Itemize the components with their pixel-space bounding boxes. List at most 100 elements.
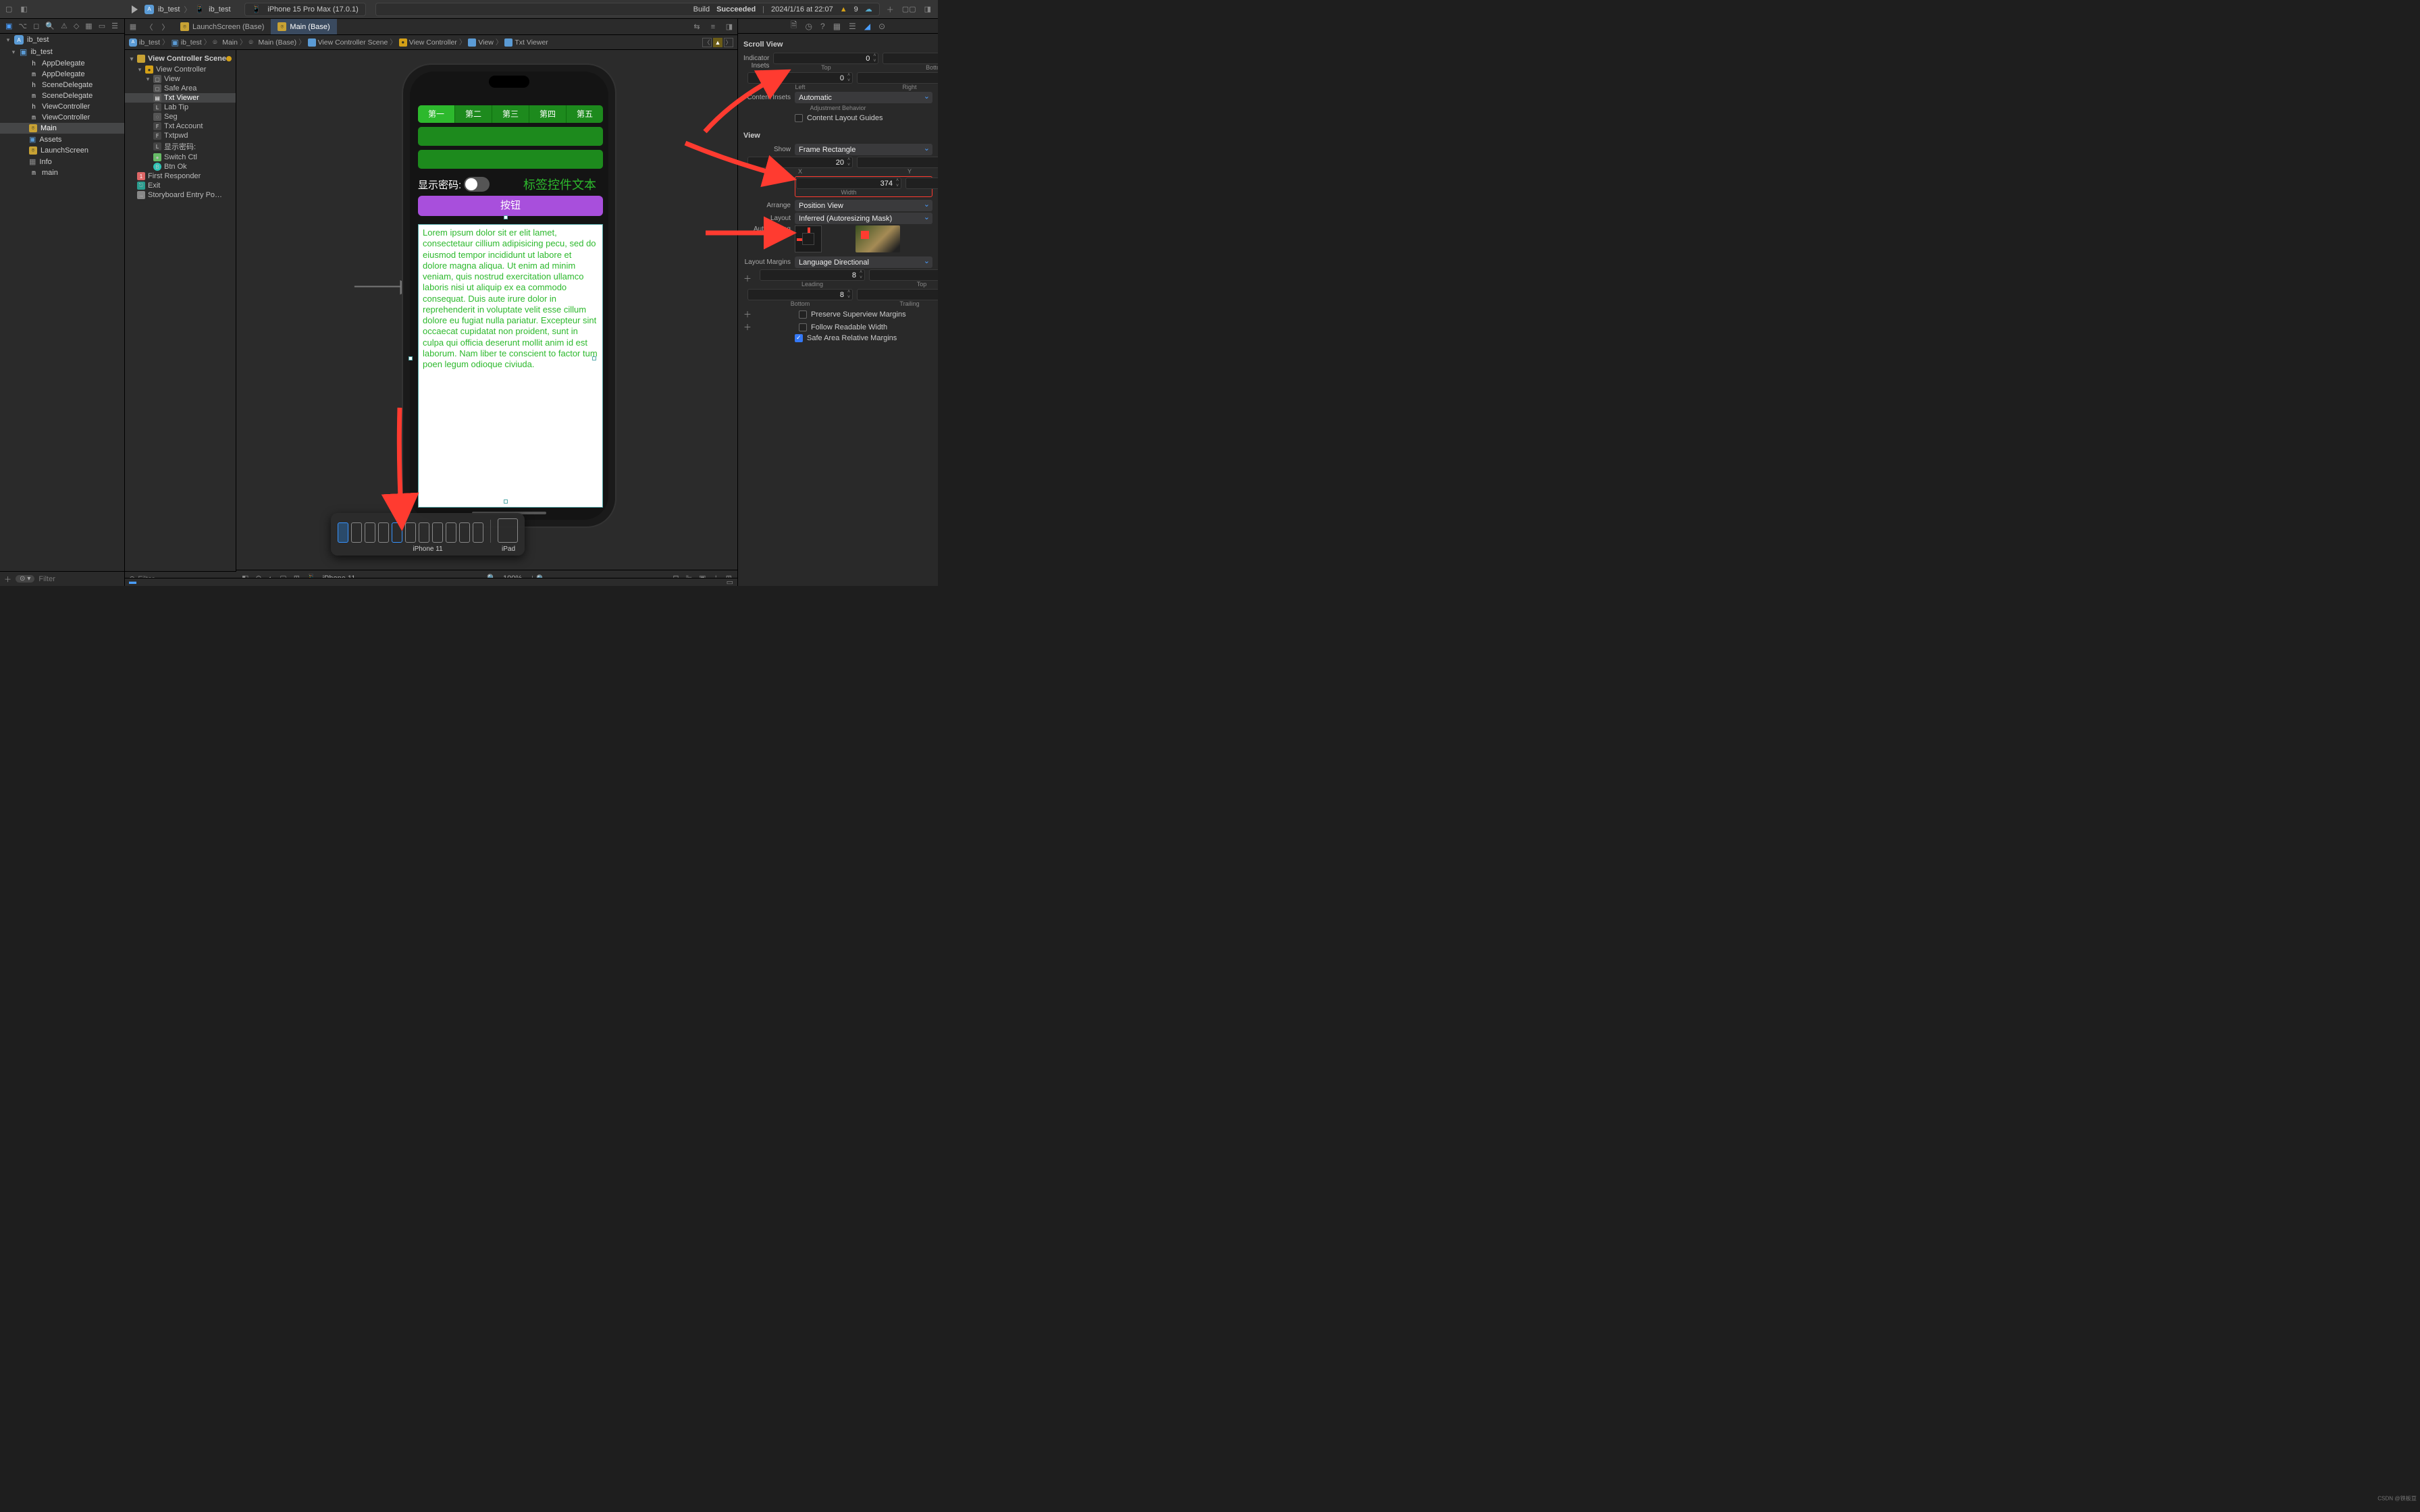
frame-height[interactable]: ˄˅ xyxy=(905,178,938,189)
resize-handle[interactable] xyxy=(504,500,508,504)
outline-switch[interactable]: ●Switch Ctl xyxy=(125,153,236,162)
resize-handle[interactable] xyxy=(592,356,596,360)
navigator-selector[interactable]: ▣ ⌥ ◻ 🔍 ⚠ ◇ ▦ ▭ ☰ xyxy=(0,19,124,34)
device-option[interactable] xyxy=(459,522,470,543)
breakpoint-nav-icon[interactable]: ▭ xyxy=(99,22,105,30)
help-inspector-icon[interactable]: ? xyxy=(820,22,825,31)
device-option[interactable] xyxy=(473,522,483,543)
margin-bottom[interactable]: ˄˅ xyxy=(747,289,853,300)
margin-leading[interactable]: ˄˅ xyxy=(760,269,865,281)
navigator-filter[interactable] xyxy=(38,575,134,583)
sidebar-panel-icon[interactable]: ◧ xyxy=(20,5,27,14)
nav-item[interactable]: hSceneDelegate xyxy=(0,80,124,90)
add-file-icon[interactable]: ＋ xyxy=(4,574,11,585)
account-field[interactable] xyxy=(418,127,603,146)
next-issue-icon[interactable]: 〉 xyxy=(724,38,733,47)
device-option[interactable] xyxy=(351,522,362,543)
txt-viewer[interactable]: Lorem ipsum dolor sit er elit lamet, con… xyxy=(418,224,603,508)
show-password-switch[interactable] xyxy=(464,177,490,192)
device-option[interactable] xyxy=(338,522,348,543)
outline-vc[interactable]: ▾●View Controller xyxy=(125,65,236,74)
outline-txtpwd[interactable]: FTxtpwd xyxy=(125,131,236,140)
warning-count[interactable]: 9 xyxy=(854,5,858,14)
related-items-icon[interactable]: ▦ xyxy=(125,22,141,31)
history-inspector-icon[interactable]: ◷ xyxy=(806,22,812,31)
identity-inspector-icon[interactable]: ▦ xyxy=(833,22,841,31)
nav-item[interactable]: hAppDelegate xyxy=(0,58,124,69)
destination-device[interactable]: iPhone 15 Pro Max (17.0.1) xyxy=(267,5,359,14)
scheme-target[interactable]: ib_test xyxy=(209,5,230,14)
frame-width[interactable]: ˄˅ xyxy=(796,178,901,189)
add-margin-icon[interactable]: ＋ xyxy=(743,273,752,284)
device-option-ipad[interactable] xyxy=(498,518,518,543)
device-option[interactable] xyxy=(378,522,389,543)
split-editor-icon[interactable]: ◨ xyxy=(721,22,737,31)
library-icon[interactable]: ▢▢ xyxy=(902,5,916,14)
nav-item[interactable]: ▦Info xyxy=(0,156,124,167)
outline-view[interactable]: ▾▢View xyxy=(125,74,236,84)
add-readable-icon[interactable]: ＋ xyxy=(743,321,752,333)
content-insets-select[interactable]: Automatic xyxy=(795,92,932,103)
insets-bottom[interactable]: ˄˅ xyxy=(883,53,938,64)
bookmark-nav-icon[interactable]: ◻ xyxy=(33,22,39,30)
outline-exit[interactable]: ⎋Exit xyxy=(125,181,236,190)
issue-nav-icon[interactable]: ⚠ xyxy=(61,22,68,30)
device-option[interactable] xyxy=(446,522,456,543)
inspector-selector[interactable]: 🗎 ◷ ? ▦ ☰ ◢ ⊙ xyxy=(738,19,938,34)
test-nav-icon[interactable]: ◇ xyxy=(74,22,79,30)
prev-issue-icon[interactable]: 〈 xyxy=(702,38,712,47)
outline-labtip[interactable]: LLab Tip xyxy=(125,103,236,112)
file-inspector-icon[interactable]: 🗎 xyxy=(791,19,797,33)
resize-handle[interactable] xyxy=(504,215,508,219)
debug-toggle-icon[interactable]: ▬ xyxy=(129,578,136,586)
project-root[interactable]: ▾A ib_test xyxy=(0,34,124,46)
safearea-margins-check[interactable] xyxy=(795,334,803,342)
readable-width-check[interactable] xyxy=(799,323,807,331)
outline-pwdlabel[interactable]: L显示密码: xyxy=(125,140,236,153)
outline-btnok[interactable]: BBtn Ok xyxy=(125,162,236,171)
outline-firstresponder[interactable]: 1First Responder xyxy=(125,171,236,181)
content-layout-guides-check[interactable] xyxy=(795,114,803,122)
find-nav-icon[interactable]: 🔍 xyxy=(45,22,55,30)
connections-inspector-icon[interactable]: ⊙ xyxy=(878,22,885,31)
console-icon[interactable]: ▭ xyxy=(727,578,733,587)
password-field[interactable] xyxy=(418,150,603,169)
frame-y[interactable]: ˄˅ xyxy=(857,157,938,168)
device-option[interactable] xyxy=(392,522,402,543)
scm-nav-icon[interactable]: ⌥ xyxy=(18,22,27,30)
forward-icon[interactable]: 〉 xyxy=(157,22,174,32)
device-option[interactable] xyxy=(419,522,429,543)
issue-indicator[interactable]: ▲ xyxy=(713,38,722,47)
nav-item[interactable]: ⌾Main xyxy=(0,123,124,134)
outline-seg[interactable]: ◌Seg xyxy=(125,112,236,122)
inspector-toggle-icon[interactable]: ◨ xyxy=(924,5,931,14)
segmented-control[interactable]: 第一 第二 第三 第四 第五 xyxy=(418,105,603,123)
folder-nav-icon[interactable]: ▣ xyxy=(5,22,12,30)
report-nav-icon[interactable]: ☰ xyxy=(111,22,118,30)
add-icon[interactable]: ＋ xyxy=(887,4,894,15)
minimap-icon[interactable]: ⇆ xyxy=(689,22,705,31)
margin-top[interactable]: ˄˅ xyxy=(869,269,938,281)
debug-nav-icon[interactable]: ▦ xyxy=(85,22,92,30)
tab-main[interactable]: ⌾Main (Base) xyxy=(271,19,336,34)
adjust-editor-icon[interactable]: ≡ xyxy=(705,23,721,31)
outline-txtaccount[interactable]: FTxt Account xyxy=(125,122,236,131)
outline-txtviewer[interactable]: ▤Txt Viewer xyxy=(125,93,236,103)
arrange-select[interactable]: Position View xyxy=(795,200,932,211)
nav-item[interactable]: ▣Assets xyxy=(0,134,124,145)
project-group[interactable]: ▾▣ ib_test xyxy=(0,46,124,58)
nav-item[interactable]: mmain xyxy=(0,167,124,178)
outline-entry[interactable]: →Storyboard Entry Po… xyxy=(125,190,236,200)
jump-bar[interactable]: Aib_test〉 ▣ib_test〉 ⌾Main〉 ⌾Main (Base)〉… xyxy=(125,35,737,50)
add-preserve-icon[interactable]: ＋ xyxy=(743,308,752,320)
autoresizing-control[interactable] xyxy=(795,225,822,252)
run-button[interactable] xyxy=(132,5,138,14)
device-option[interactable] xyxy=(432,522,443,543)
nav-item[interactable]: mSceneDelegate xyxy=(0,90,124,101)
nav-item[interactable]: mViewController xyxy=(0,112,124,123)
device-option[interactable] xyxy=(365,522,375,543)
layout-select[interactable]: Inferred (Autoresizing Mask) xyxy=(795,213,932,224)
insets-top[interactable]: ˄˅ xyxy=(773,53,878,64)
margin-trailing[interactable]: ˄˅ xyxy=(857,289,938,300)
nav-item[interactable]: mAppDelegate xyxy=(0,69,124,80)
